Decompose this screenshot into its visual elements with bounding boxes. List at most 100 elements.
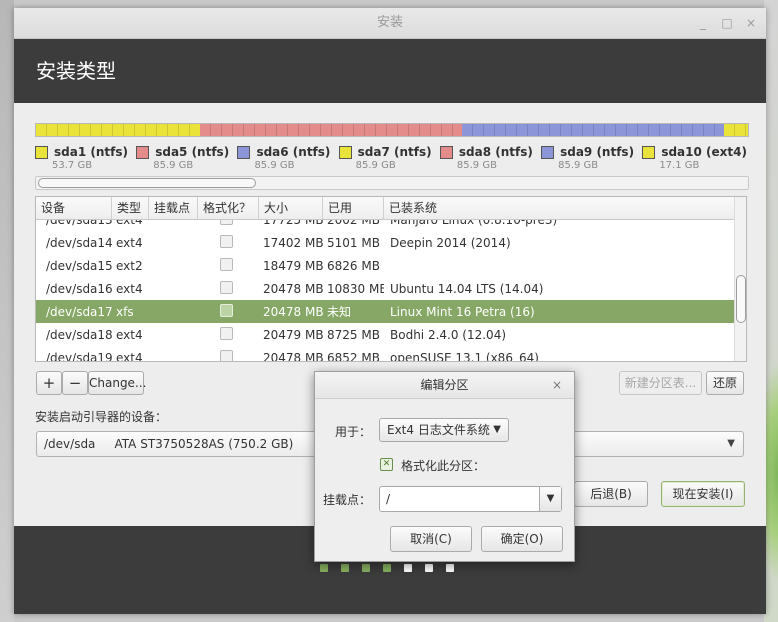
color-swatch xyxy=(338,145,352,159)
filesystem-selected-value: Ext4 日志文件系统 xyxy=(387,423,490,437)
color-swatch xyxy=(439,145,453,159)
table-row-selected[interactable]: /dev/sda17 xfs 20478 MB 未知 Linux Mint 16… xyxy=(36,300,734,323)
legend-item: sda9 (ntfs) 85.9 GB xyxy=(541,145,634,171)
format-partition-label: 格式化此分区： xyxy=(401,459,486,473)
page-header: 安装类型 xyxy=(14,39,766,103)
cell-system: openSUSE 13.1 (x86_64) xyxy=(390,350,539,362)
scrollbar-thumb[interactable] xyxy=(38,178,256,188)
install-now-button[interactable]: 现在安装(I) xyxy=(661,481,745,507)
table-vertical-scrollbar[interactable] xyxy=(734,197,746,361)
legend-name: sda5 (ntfs) xyxy=(155,145,230,159)
cell-device: /dev/sda18 xyxy=(46,327,112,342)
legend-item: sda6 (ntfs) 85.9 GB xyxy=(237,145,330,171)
page-title: 安装类型 xyxy=(36,59,116,83)
column-header-format[interactable]: 格式化？ xyxy=(198,197,259,219)
edit-partition-dialog: 编辑分区 × 用于： Ext4 日志文件系统 ▼ ✕ 格式化此分区： 挂载点： … xyxy=(314,371,575,562)
legend-item: sda10 (ext4) 17.1 GB xyxy=(642,145,747,171)
filesystem-select[interactable]: Ext4 日志文件系统 ▼ xyxy=(379,418,509,442)
ok-button[interactable]: 确定(O) xyxy=(481,526,563,552)
cell-device: /dev/sda15 xyxy=(46,258,112,273)
window-title: 安装 xyxy=(376,15,403,30)
table-row[interactable]: /dev/sda14 ext4 17402 MB 5101 MB Deepin … xyxy=(36,231,734,254)
column-header-used[interactable]: 已用 xyxy=(323,197,384,219)
legend-horizontal-scrollbar[interactable] xyxy=(35,176,749,190)
legend-size: 85.9 GB xyxy=(558,160,599,171)
cell-size: 20478 MB xyxy=(263,350,323,362)
change-partition-button[interactable]: Change... xyxy=(88,371,146,395)
color-swatch xyxy=(237,145,251,159)
column-header-mount[interactable]: 挂载点 xyxy=(149,197,198,219)
back-button[interactable]: 后退(B) xyxy=(574,481,648,507)
table-row[interactable]: /dev/sda19 ext4 20478 MB 6852 MB openSUS… xyxy=(36,346,734,362)
column-header-device[interactable]: 设备 xyxy=(36,197,112,219)
close-icon[interactable]: × xyxy=(552,372,562,398)
dialog-title-bar[interactable]: 编辑分区 × xyxy=(315,372,574,399)
legend-size: 85.9 GB xyxy=(254,160,295,171)
progress-dot xyxy=(320,564,328,572)
cell-device: /dev/sda14 xyxy=(46,235,112,250)
cell-used: 6826 MB xyxy=(327,258,380,273)
chevron-down-icon[interactable]: ▼ xyxy=(539,487,561,511)
disk-segment-sda1 xyxy=(36,124,200,136)
color-swatch xyxy=(642,145,656,159)
format-checkbox[interactable] xyxy=(220,349,233,361)
format-partition-checkbox[interactable]: ✕ xyxy=(380,458,393,471)
cell-used: 未知 xyxy=(327,305,352,319)
legend-name: sda8 (ntfs) xyxy=(458,145,533,159)
title-bar[interactable]: 安装 _ □ × xyxy=(14,8,766,39)
format-checkbox[interactable] xyxy=(220,257,233,271)
cell-used: 6852 MB xyxy=(327,350,380,362)
legend-item: sda5 (ntfs) 85.9 GB xyxy=(136,145,229,171)
cell-device: /dev/sda16 xyxy=(46,281,112,296)
remove-partition-button[interactable]: − xyxy=(62,371,88,395)
legend-name: sda6 (ntfs) xyxy=(256,145,331,159)
minimize-icon[interactable]: _ xyxy=(696,8,710,38)
cell-used: 8725 MB xyxy=(327,327,380,342)
cell-format xyxy=(198,326,259,343)
format-checkbox[interactable] xyxy=(220,234,233,248)
add-partition-button[interactable]: + xyxy=(36,371,62,395)
progress-dot xyxy=(425,564,433,572)
column-header-type[interactable]: 类型 xyxy=(112,197,149,219)
mount-point-combo[interactable]: / ▼ xyxy=(379,486,562,512)
disk-segment-sda7 xyxy=(724,124,748,136)
progress-dot xyxy=(404,564,412,572)
cell-type: ext4 xyxy=(116,235,143,250)
bootloader-label: 安装启动引导器的设备： xyxy=(35,410,168,424)
cell-type: ext4 xyxy=(116,350,143,362)
new-partition-table-button[interactable]: 新建分区表... xyxy=(619,371,702,395)
maximize-icon[interactable]: □ xyxy=(720,8,734,38)
format-checkbox[interactable] xyxy=(220,303,233,317)
progress-dot xyxy=(341,564,349,572)
legend-name: sda1 (ntfs) xyxy=(54,145,128,159)
cell-format xyxy=(198,280,259,297)
mount-point-input[interactable]: / xyxy=(386,487,390,511)
table-row[interactable]: /dev/sda15 ext2 18479 MB 6826 MB xyxy=(36,254,734,277)
table-row[interactable]: /dev/sda16 ext4 20478 MB 10830 MB Ubuntu… xyxy=(36,277,734,300)
legend-item: sda7 (ntfs) 85.9 GB xyxy=(338,145,432,171)
column-header-size[interactable]: 大小 xyxy=(259,197,323,219)
color-swatch xyxy=(35,145,48,159)
legend-size: 85.9 GB xyxy=(153,160,194,171)
legend-name: sda10 (ext4) xyxy=(661,145,747,159)
cancel-button[interactable]: 取消(C) xyxy=(390,526,472,552)
cell-format xyxy=(198,349,259,361)
column-header-system[interactable]: 已装系统 xyxy=(384,197,734,219)
disk-segment-sda5 xyxy=(200,124,462,136)
cell-size: 18479 MB xyxy=(263,258,323,273)
legend-item: sda8 (ntfs) 85.9 GB xyxy=(439,145,533,171)
cell-used: 10830 MB xyxy=(327,281,384,296)
format-checkbox[interactable] xyxy=(220,280,233,294)
revert-button[interactable]: 还原 xyxy=(706,371,744,395)
legend-size: 85.9 GB xyxy=(355,160,396,171)
format-checkbox[interactable] xyxy=(220,326,233,340)
cell-system: Bodhi 2.4.0 (12.04) xyxy=(390,327,507,342)
legend-item: sda1 (ntfs) 53.7 GB xyxy=(35,145,128,171)
cell-device: /dev/sda19 xyxy=(46,350,112,362)
scrollbar-thumb[interactable] xyxy=(736,275,746,323)
close-icon[interactable]: × xyxy=(744,8,758,38)
table-row[interactable]: /dev/sda18 ext4 20479 MB 8725 MB Bodhi 2… xyxy=(36,323,734,346)
table-body: /dev/sda13 ext4 17725 MB 2002 MB Manjaro… xyxy=(36,208,734,362)
progress-dot xyxy=(362,564,370,572)
cell-format xyxy=(198,234,259,251)
